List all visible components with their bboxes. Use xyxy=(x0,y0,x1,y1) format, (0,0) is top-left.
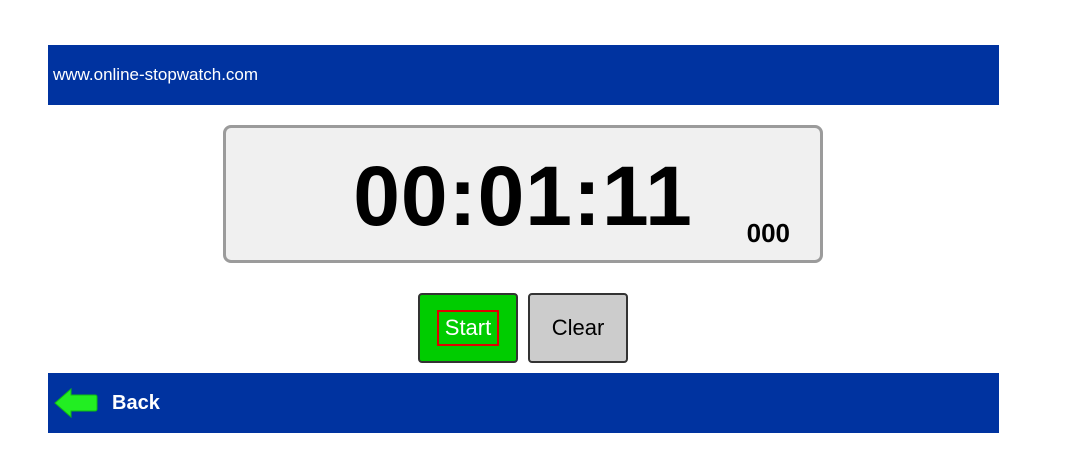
start-button-label: Start xyxy=(436,310,500,346)
back-label: Back xyxy=(112,391,160,414)
start-button[interactable]: Start xyxy=(418,293,518,363)
elapsed-time: 00:01:11 xyxy=(353,149,693,243)
stopwatch-display: 00:01:11 000 xyxy=(223,125,823,263)
header-bar: www.online-stopwatch.com xyxy=(48,45,999,105)
site-name: www.online-stopwatch.com xyxy=(53,65,259,84)
clear-button-label: Clear xyxy=(551,315,605,340)
stopwatch-page: www.online-stopwatch.com 00:01:11 000 St… xyxy=(0,0,1067,464)
back-arrow-icon xyxy=(54,387,98,419)
footer-bar: Back xyxy=(48,373,999,433)
elapsed-milliseconds: 000 xyxy=(746,218,790,248)
back-link[interactable]: Back xyxy=(54,387,160,419)
clear-button[interactable]: Clear xyxy=(528,293,628,363)
